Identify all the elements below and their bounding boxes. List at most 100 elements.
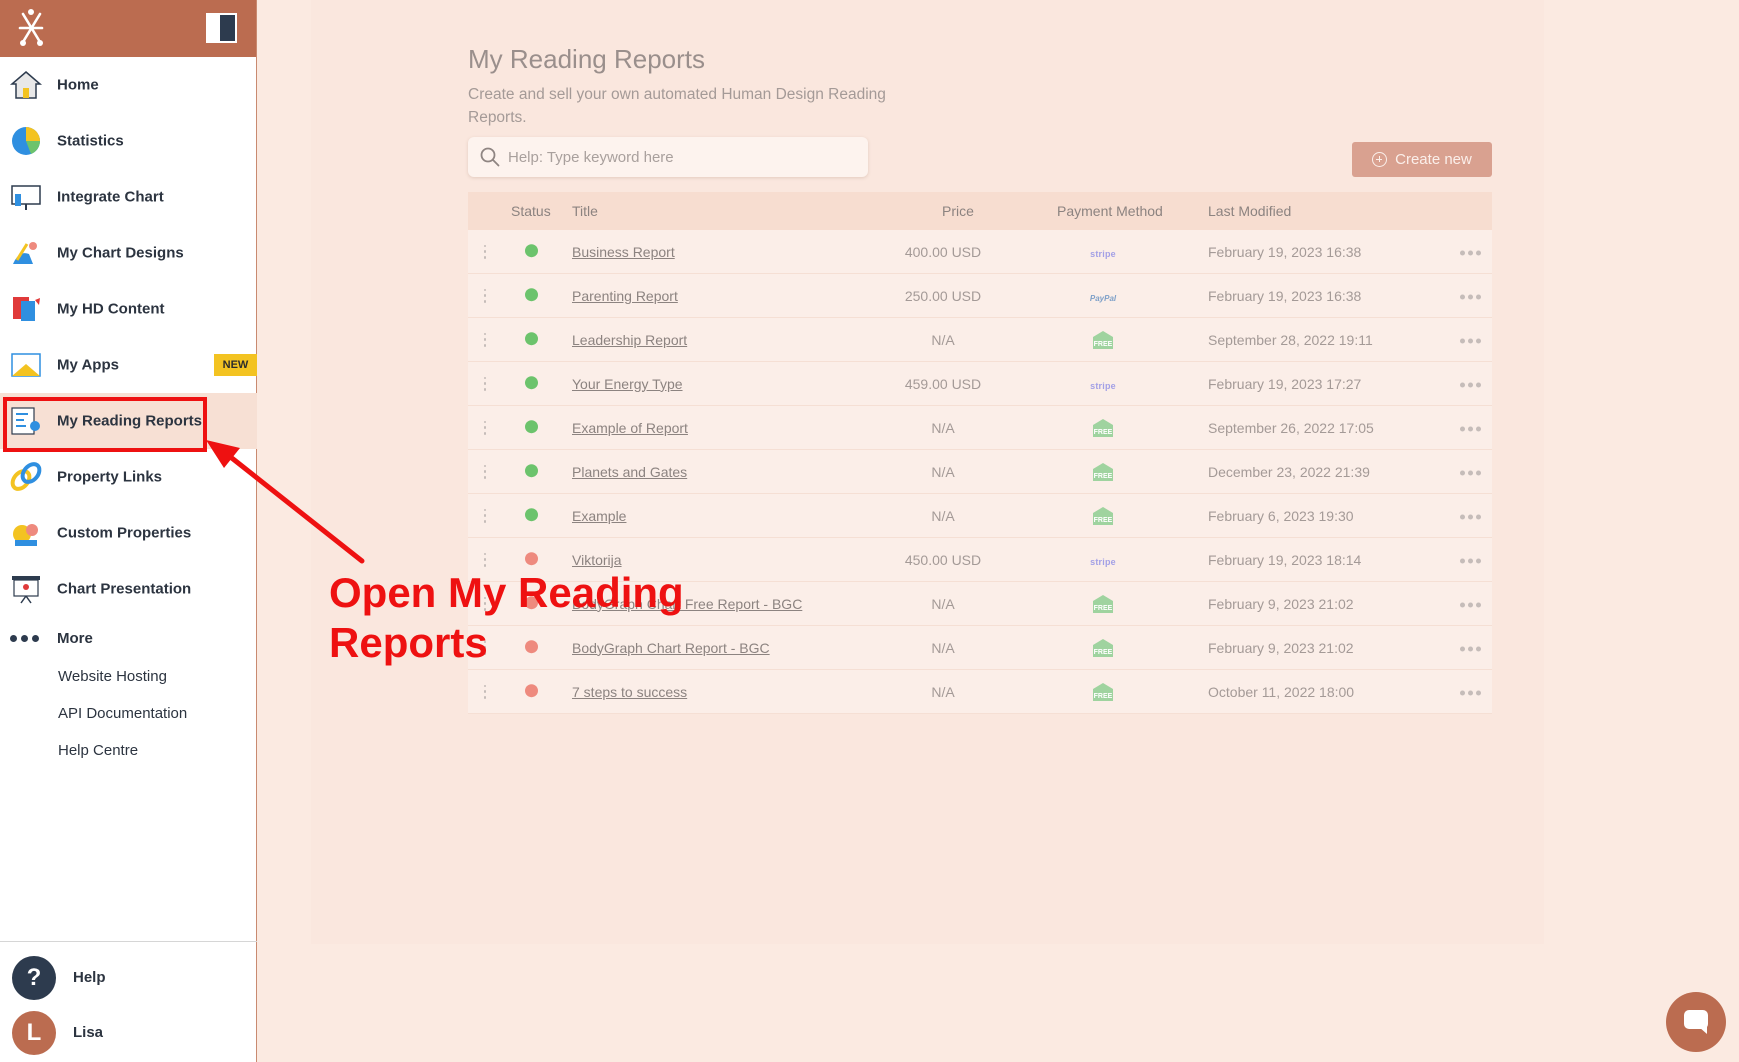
status-indicator xyxy=(525,287,538,301)
free-tag-icon: FREE xyxy=(1063,681,1143,703)
report-title-link[interactable]: Business Report xyxy=(572,244,675,260)
sidebar-item-my-chart-designs[interactable]: My Chart Designs xyxy=(0,225,257,281)
logo-icon[interactable] xyxy=(14,8,48,48)
drag-handle-icon[interactable] xyxy=(483,332,487,347)
sidebar-item-custom-properties[interactable]: Custom Properties xyxy=(0,505,257,561)
create-new-button[interactable]: Create new xyxy=(1352,142,1492,177)
table-header: Status Title Price Payment Method Last M… xyxy=(468,192,1492,230)
report-title-link[interactable]: Your Energy Type xyxy=(572,376,683,392)
table-row[interactable]: Leadership Report N/A FREE September 28, 20… xyxy=(468,318,1492,362)
row-options-icon[interactable] xyxy=(1460,294,1481,299)
status-indicator xyxy=(525,463,538,477)
stripe-logo: stripe xyxy=(1090,380,1116,391)
sidebar-link-help-centre[interactable]: Help Centre xyxy=(58,742,138,759)
column-header-payment-method[interactable]: Payment Method xyxy=(1057,203,1163,219)
sidebar-item-chart-presentation[interactable]: Chart Presentation xyxy=(0,561,257,617)
free-tag-icon: FREE xyxy=(1063,593,1143,615)
apps-icon xyxy=(9,348,43,382)
sidebar-more[interactable]: More xyxy=(0,622,257,654)
column-header-title[interactable]: Title xyxy=(572,203,598,219)
sidebar-item-label: Chart Presentation xyxy=(57,580,192,598)
row-options-icon[interactable] xyxy=(1460,690,1481,695)
sidebar-help[interactable]: ? Help xyxy=(0,953,257,1003)
table-row[interactable]: 7 steps to success N/A FREE October 11, 202… xyxy=(468,670,1492,714)
drag-handle-icon[interactable] xyxy=(483,552,487,567)
report-title-link[interactable]: Example xyxy=(572,508,626,524)
status-indicator xyxy=(525,683,538,697)
more-dots-icon xyxy=(10,635,39,642)
row-options-icon[interactable] xyxy=(1460,514,1481,519)
page-subtitle: Create and sell your own automated Human… xyxy=(468,86,886,126)
page-title: My Reading Reports xyxy=(468,44,705,74)
column-header-price[interactable]: Price xyxy=(942,203,974,219)
sidebar-help-label: Help xyxy=(73,969,106,986)
report-title-link[interactable]: Viktorija xyxy=(572,552,622,568)
chat-icon xyxy=(1684,1010,1708,1034)
drag-handle-icon[interactable] xyxy=(483,376,487,391)
column-header-last-modified[interactable]: Last Modified xyxy=(1208,203,1291,219)
report-last-modified: December 23, 2022 21:39 xyxy=(1208,463,1370,480)
sidebar-item-label: Home xyxy=(57,76,99,94)
report-title-link[interactable]: Planets and Gates xyxy=(572,464,687,480)
home-icon xyxy=(9,68,43,102)
report-price: N/A xyxy=(931,595,955,612)
sidebar-item-my-apps[interactable]: My Apps NEW xyxy=(0,337,257,393)
row-options-icon[interactable] xyxy=(1460,382,1481,387)
row-options-icon[interactable] xyxy=(1460,250,1481,255)
drag-handle-icon[interactable] xyxy=(483,420,487,435)
table-row[interactable]: Business Report 400.00 USD stripe February … xyxy=(468,230,1492,274)
annotation-highlight-box xyxy=(3,397,207,452)
sidebar-collapse-toggle[interactable] xyxy=(206,13,237,43)
sidebar-item-home[interactable]: Home xyxy=(0,57,257,113)
svg-text:FREE: FREE xyxy=(1094,429,1113,436)
row-options-icon[interactable] xyxy=(1460,646,1481,651)
report-price: N/A xyxy=(931,419,955,436)
drag-handle-icon[interactable] xyxy=(483,244,487,259)
report-title-link[interactable]: Leadership Report xyxy=(572,332,687,348)
status-indicator xyxy=(525,419,538,433)
table-row[interactable]: Planets and Gates N/A FREE December 23, 202… xyxy=(468,450,1492,494)
free-tag-icon: FREE xyxy=(1063,461,1143,483)
drag-handle-icon[interactable] xyxy=(483,288,487,303)
sidebar-link-api-documentation[interactable]: API Documentation xyxy=(58,705,187,722)
report-title-link[interactable]: 7 steps to success xyxy=(572,684,687,700)
paint-icon xyxy=(9,236,43,270)
table-row[interactable]: Parenting Report 250.00 USD PayPal February… xyxy=(468,274,1492,318)
row-options-icon[interactable] xyxy=(1460,470,1481,475)
row-options-icon[interactable] xyxy=(1460,338,1481,343)
sidebar-item-integrate-chart[interactable]: Integrate Chart xyxy=(0,169,257,225)
report-last-modified: September 26, 2022 17:05 xyxy=(1208,419,1374,436)
drag-handle-icon[interactable] xyxy=(483,464,487,479)
pie-chart-icon xyxy=(9,124,43,158)
row-options-icon[interactable] xyxy=(1460,602,1481,607)
sidebar-item-my-hd-content[interactable]: My HD Content xyxy=(0,281,257,337)
chat-button[interactable] xyxy=(1666,992,1726,1052)
content-icon xyxy=(9,292,43,326)
table-row[interactable]: Example of Report N/A FREE September 26, 20… xyxy=(468,406,1492,450)
search-input[interactable] xyxy=(508,137,858,177)
drag-handle-icon[interactable] xyxy=(483,508,487,523)
report-title-link[interactable]: Example of Report xyxy=(572,420,688,436)
column-header-status[interactable]: Status xyxy=(511,203,551,219)
sidebar-item-statistics[interactable]: Statistics xyxy=(0,113,257,169)
table-row[interactable]: Your Energy Type 459.00 USD stripe February… xyxy=(468,362,1492,406)
avatar: L xyxy=(12,1011,56,1055)
row-options-icon[interactable] xyxy=(1460,426,1481,431)
report-last-modified: February 19, 2023 16:38 xyxy=(1208,243,1362,260)
sidebar-item-property-links[interactable]: Property Links xyxy=(0,449,257,505)
table-row[interactable]: Example N/A FREE February 6, 2023 19:30 xyxy=(468,494,1492,538)
report-last-modified: February 19, 2023 18:14 xyxy=(1208,551,1362,568)
sidebar: Home Statistics Integrate Chart My Chart De… xyxy=(0,0,257,1062)
report-price: 250.00 USD xyxy=(904,287,982,304)
sidebar-user[interactable]: L Lisa xyxy=(0,1008,257,1058)
row-options-icon[interactable] xyxy=(1460,558,1481,563)
sidebar-item-label: Integrate Chart xyxy=(57,188,164,206)
status-indicator xyxy=(525,507,538,521)
sidebar-header xyxy=(0,0,256,57)
report-title-link[interactable]: Parenting Report xyxy=(572,288,678,304)
report-last-modified: October 11, 2022 18:00 xyxy=(1208,683,1355,700)
status-indicator xyxy=(525,375,538,389)
sidebar-link-website-hosting[interactable]: Website Hosting xyxy=(58,668,167,685)
annotation-text: Open My Reading Reports xyxy=(329,568,689,668)
drag-handle-icon[interactable] xyxy=(483,684,487,699)
